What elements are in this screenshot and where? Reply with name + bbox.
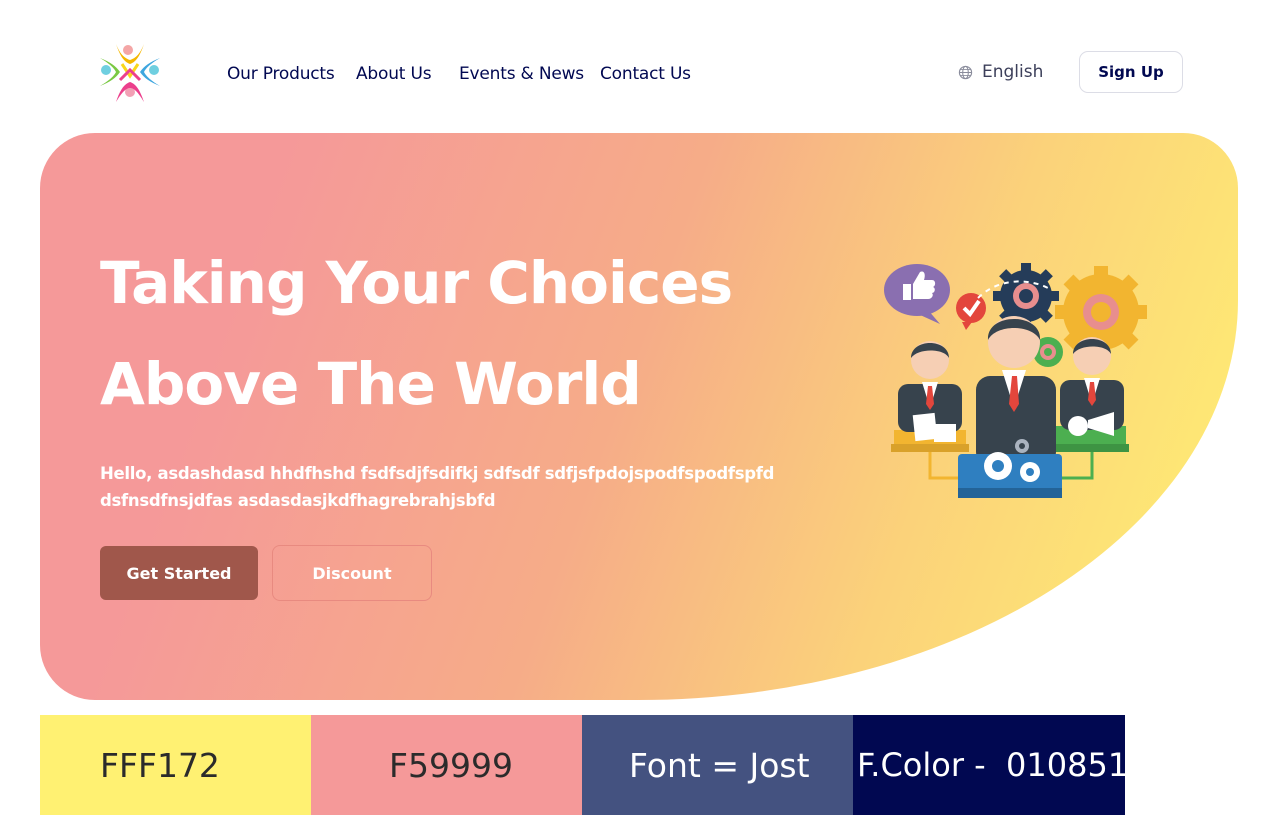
language-selector[interactable]: English [958, 62, 1043, 82]
font-swatch: Font = Jost [582, 715, 853, 815]
hero-title-line-2: Above The World [100, 350, 642, 418]
color-swatch-yellow: FFF172 [40, 715, 311, 815]
language-label: English [982, 62, 1044, 82]
hero-description: Hello, asdashdasd hhdfhshd fsdfsdjfsdifk… [100, 464, 775, 510]
nav-our-products[interactable]: Our Products [227, 64, 335, 84]
business-team-illustration [884, 263, 1147, 498]
swatch-label: F.Color - 010851 [857, 746, 1129, 784]
hero-title: Taking Your Choices Above The World [100, 233, 820, 435]
swatch-label: F59999 [389, 745, 513, 785]
swatch-label: FFF172 [100, 745, 220, 785]
get-started-button[interactable]: Get Started [100, 546, 258, 600]
font-color-swatch: F.Color - 010851 [853, 715, 1129, 815]
hero-title-line-1: Taking Your Choices [100, 249, 733, 317]
color-swatch-pink: F59999 [311, 715, 582, 815]
sign-up-button[interactable]: Sign Up [1079, 51, 1183, 93]
discount-button[interactable]: Discount [272, 545, 432, 601]
globe-icon [958, 65, 973, 79]
nav-events-news[interactable]: Events & News [459, 64, 584, 84]
people-circle-logo[interactable] [98, 40, 162, 104]
nav-about-us[interactable]: About Us [356, 64, 432, 84]
swatch-label: Font = Jost [629, 745, 810, 785]
nav-contact-us[interactable]: Contact Us [600, 64, 691, 84]
